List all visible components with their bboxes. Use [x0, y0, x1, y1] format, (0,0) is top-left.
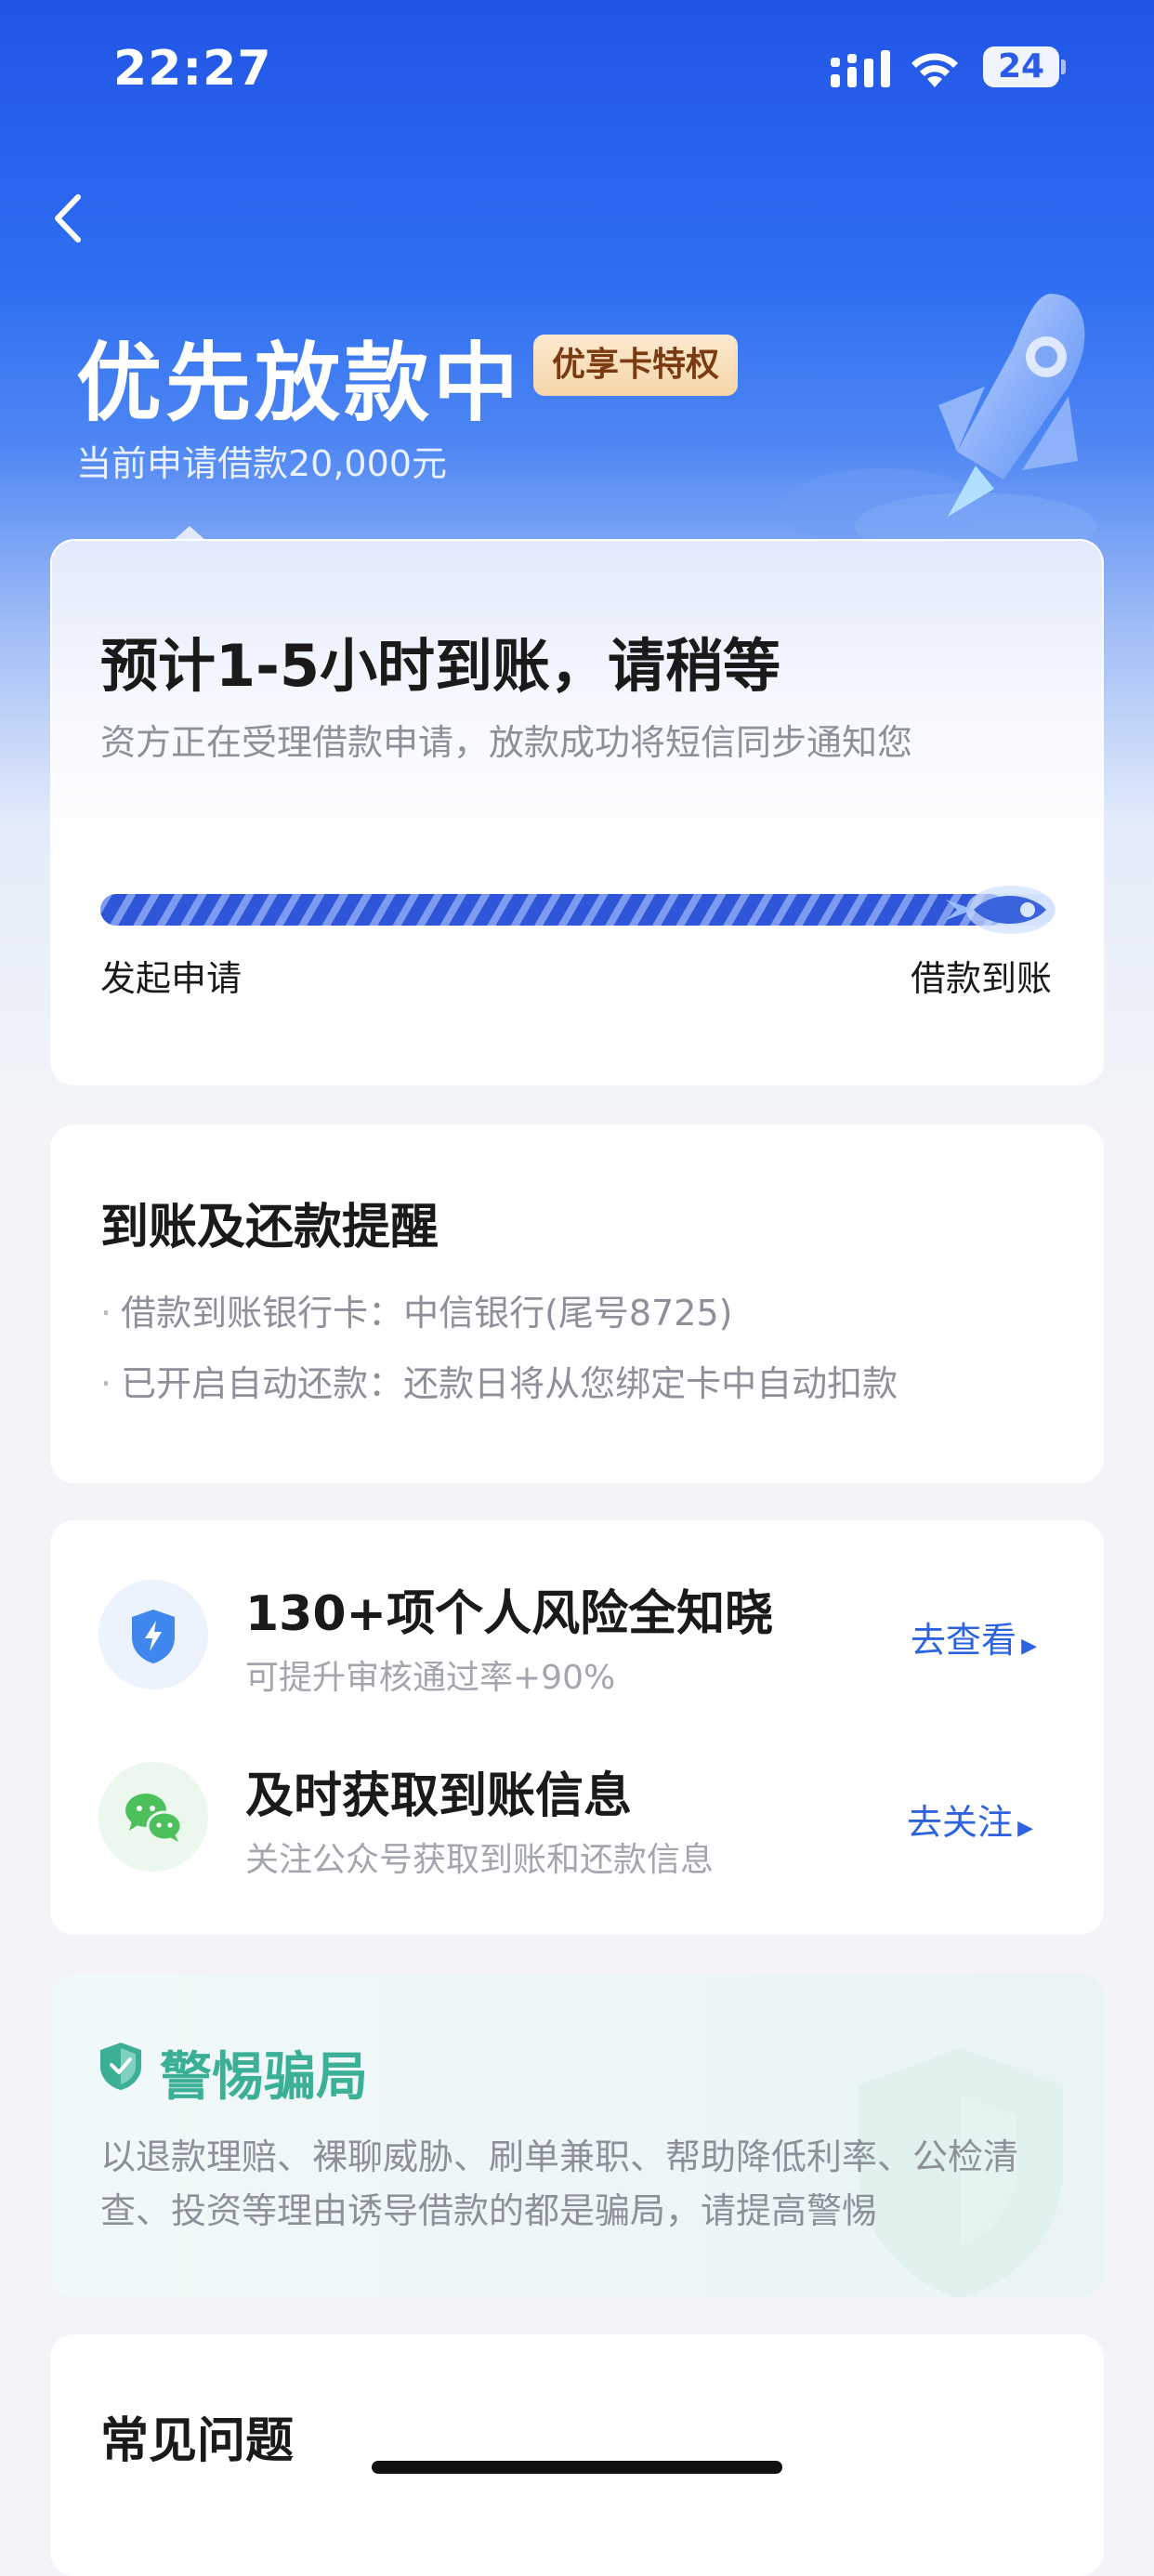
wifi-icon: [911, 53, 958, 87]
back-chevron-icon[interactable]: [50, 191, 91, 245]
rocket-illustration-icon: [780, 294, 1096, 554]
battery-indicator: 24: [983, 46, 1066, 87]
shield-check-icon: [100, 2043, 141, 2090]
reminder-item-text: 借款到账银行卡：中信银行(尾号8725): [121, 1293, 733, 1334]
progress-rocket-icon: [946, 886, 1056, 934]
battery-level: 24: [997, 47, 1045, 85]
progress-end-label: 借款到账: [910, 958, 1052, 999]
wechat-action-title: 及时获取到账信息: [245, 1768, 633, 1824]
page-title: 优先放款中: [76, 334, 523, 433]
risk-icon-circle: [98, 1580, 208, 1689]
reminder-title: 到账及还款提醒: [100, 1200, 439, 1255]
fraud-warning-text: 以退款理赔、裸聊威胁、刷单兼职、帮助降低利率、公检清查、投资等理由诱导借款的都是…: [100, 2136, 1019, 2231]
eta-description: 资方正在受理借款申请，放款成功将短信同步通知您: [100, 722, 913, 763]
wechat-icon-circle: [98, 1762, 208, 1872]
shield-lightning-icon: [132, 1610, 175, 1663]
triangle-right-icon: ▶: [1021, 1635, 1038, 1658]
progress-start-label: 发起申请: [100, 958, 243, 999]
home-indicator[interactable]: [372, 2461, 782, 2474]
faq-title: 常见问题: [100, 2413, 295, 2469]
reminder-item: · 借款到账银行卡：中信银行(尾号8725): [100, 1284, 732, 1335]
reminder-item-text: 已开启自动还款：还款日将从您绑定卡中自动扣款: [121, 1363, 898, 1404]
progress-bar-fill: [100, 894, 1006, 926]
follow-account-link[interactable]: 去关注 ▶: [907, 1794, 1033, 1845]
bullet-dot: ·: [100, 1293, 112, 1334]
wechat-action-subtitle: 关注公众号获取到账和还款信息: [245, 1841, 715, 1879]
bullet-dot: ·: [100, 1363, 112, 1404]
view-risk-link[interactable]: 去查看 ▶: [911, 1611, 1037, 1663]
triangle-right-icon: ▶: [1017, 1817, 1034, 1840]
view-risk-link-label: 去查看: [911, 1620, 1017, 1661]
risk-action-title: 130+项个人风险全知晓: [245, 1586, 774, 1642]
follow-account-link-label: 去关注: [907, 1802, 1014, 1843]
progress-bar: [100, 894, 1054, 926]
status-time: 22:27: [113, 41, 272, 97]
eta-heading: 预计1-5小时到账，请稍等: [100, 632, 781, 700]
fraud-warning-title: 警惕骗局: [160, 2047, 368, 2108]
privilege-badge: 优享卡特权: [533, 335, 739, 396]
wechat-icon: [125, 1794, 183, 1842]
cellular-signal-icon: [831, 50, 890, 87]
loan-amount-subtitle: 当前申请借款20,000元: [76, 443, 447, 484]
reminder-item: · 已开启自动还款：还款日将从您绑定卡中自动扣款: [100, 1355, 898, 1406]
battery-tip: [1061, 59, 1066, 74]
risk-action-subtitle: 可提升审核通过率+90%: [245, 1659, 616, 1697]
